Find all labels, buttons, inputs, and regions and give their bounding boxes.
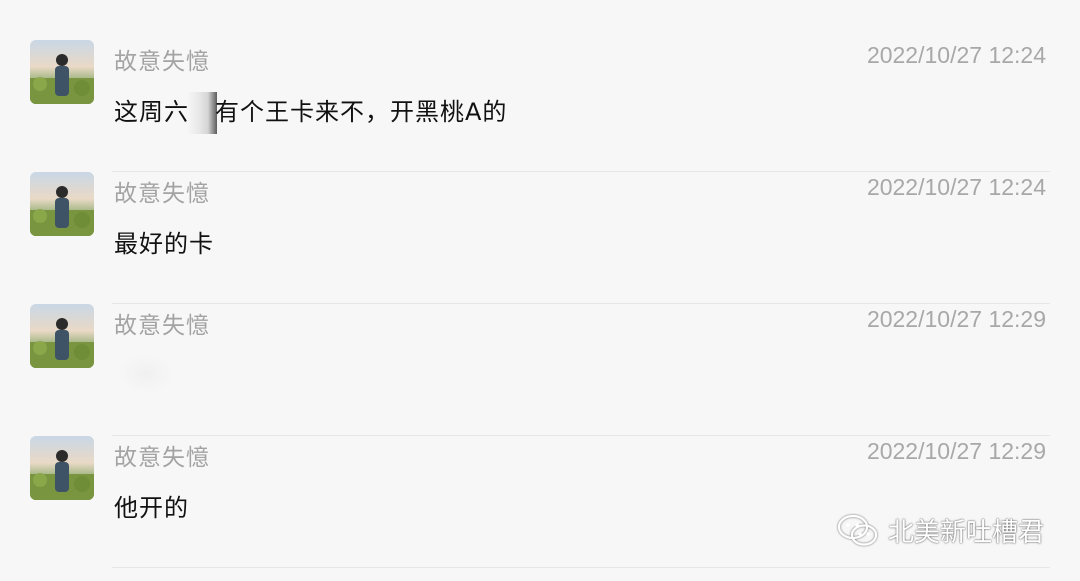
message-text-part: 有个王卡来不，开黑桃A的 [215, 98, 508, 126]
message-text: 这周六 有个王卡来不，开黑桃A的 [114, 92, 507, 134]
sender-name: 故意失憶 [114, 49, 210, 75]
avatar[interactable] [30, 436, 94, 500]
redaction-blur [187, 92, 217, 134]
message-timestamp: 2022/10/27 12:24 [866, 42, 1046, 68]
divider [112, 567, 1050, 568]
redaction-blur [118, 354, 174, 394]
chat-message: 故意失憶 2022/10/27 12:24 最好的卡 [0, 172, 1080, 304]
message-text: 最好的卡 [114, 230, 214, 258]
message-text: 他开的 [114, 494, 189, 522]
avatar[interactable] [30, 304, 94, 368]
watermark: 北美新吐槽君 [836, 512, 1044, 549]
message-timestamp: 2022/10/27 12:29 [866, 306, 1046, 332]
message-text-part: 这周六 [114, 98, 189, 126]
message-timestamp: 2022/10/27 12:29 [866, 438, 1046, 464]
watermark-label: 北美新吐槽君 [887, 518, 1044, 548]
chat-message: 故意失憶 2022/10/27 12:24 这周六 有个王卡来不，开黑桃A的 [0, 40, 1080, 172]
chat-message: 故意失憶 2022/10/27 12:29 [0, 304, 1080, 436]
wechat-icon [836, 513, 880, 549]
message-timestamp: 2022/10/27 12:24 [866, 174, 1046, 200]
avatar[interactable] [30, 172, 94, 236]
sender-name: 故意失憶 [114, 313, 210, 339]
sender-name: 故意失憶 [114, 445, 210, 471]
sender-name: 故意失憶 [114, 181, 210, 207]
avatar[interactable] [30, 40, 94, 104]
